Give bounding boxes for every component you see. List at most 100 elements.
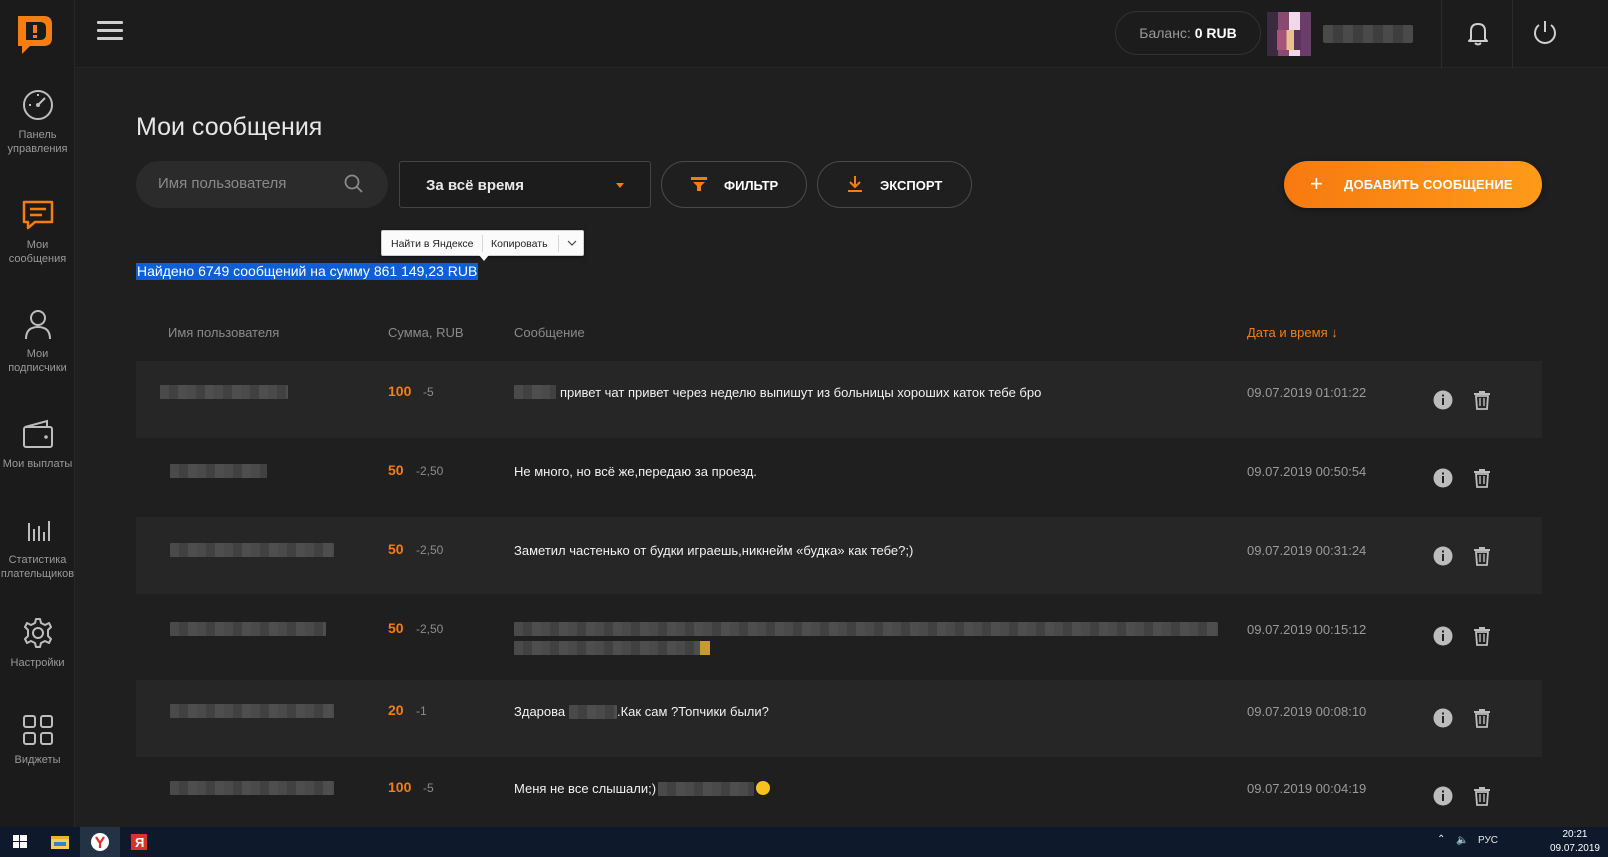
chevron-down-icon[interactable] xyxy=(566,237,578,249)
column-header-message[interactable]: Сообщение xyxy=(514,325,585,340)
yandex-icon[interactable]: Я xyxy=(120,827,160,857)
wallet-icon xyxy=(22,419,53,448)
yandex-browser-icon xyxy=(91,833,109,851)
period-value: За всё время xyxy=(426,177,524,194)
username-redacted xyxy=(170,543,334,557)
stats-icon xyxy=(27,521,50,541)
search-icon[interactable] xyxy=(344,174,364,194)
fee: -2,50 xyxy=(416,464,444,478)
page-title: Мои сообщения xyxy=(136,113,323,141)
username-redacted xyxy=(170,781,334,795)
period-select[interactable]: За всё время xyxy=(399,161,651,208)
language-indicator[interactable]: РУС xyxy=(1478,835,1498,846)
fee: -1 xyxy=(416,704,427,718)
table-row[interactable]: 100 -5 Меня не все слышали;) 09.07.2019 … xyxy=(136,757,1542,827)
sidebar-item-widgets[interactable]: Виджеты xyxy=(0,713,75,767)
sidebar-item-label: Виджеты xyxy=(14,754,61,766)
search-box[interactable] xyxy=(136,161,388,208)
datetime: 09.07.2019 00:04:19 xyxy=(1247,781,1367,796)
info-icon[interactable] xyxy=(1433,786,1453,806)
file-explorer-icon[interactable] xyxy=(40,827,80,857)
menu-icon[interactable] xyxy=(97,21,123,43)
trash-icon[interactable] xyxy=(1472,708,1492,728)
sidebar-item-label: Мои выплаты xyxy=(2,458,73,470)
sidebar-item-label: Статистика плательщиков xyxy=(0,554,75,580)
divider xyxy=(482,235,483,252)
chevron-up-icon[interactable]: ⌃ xyxy=(1437,834,1445,845)
fee: -2,50 xyxy=(416,622,444,636)
sidebar-item-subscribers[interactable]: Мои подписчики xyxy=(0,307,75,375)
table-row[interactable]: 20 -1 Здарова .Как сам ?Топчики были? 09… xyxy=(136,680,1542,757)
add-message-button[interactable]: + ДОБАВИТЬ СООБЩЕНИЕ xyxy=(1284,161,1542,208)
balance-value: 0 RUB xyxy=(1194,25,1237,41)
info-icon[interactable] xyxy=(1433,468,1453,488)
power-icon[interactable] xyxy=(1531,18,1559,46)
table-row[interactable]: 50 -2,50 Заметил частенько от будки игра… xyxy=(136,517,1542,594)
sidebar-item-dashboard[interactable]: Панель управления xyxy=(0,88,75,156)
sidebar-item-label: Настройки xyxy=(10,657,65,669)
amount: 50 xyxy=(388,620,404,636)
filter-button[interactable]: ФИЛЬТР xyxy=(661,161,807,208)
fee: -5 xyxy=(423,781,434,795)
messages-icon xyxy=(22,200,53,230)
message-redacted xyxy=(514,622,1218,636)
export-button[interactable]: ЭКСПОРТ xyxy=(817,161,972,208)
info-icon[interactable] xyxy=(1433,708,1453,728)
column-header-amount[interactable]: Сумма, RUB xyxy=(388,325,464,340)
widgets-icon xyxy=(22,715,53,745)
filter-icon xyxy=(691,177,707,191)
amount: 50 xyxy=(388,462,404,478)
add-message-label: ДОБАВИТЬ СООБЩЕНИЕ xyxy=(1344,177,1513,192)
trash-icon[interactable] xyxy=(1472,626,1492,646)
username-redacted xyxy=(170,622,326,636)
divider xyxy=(1441,0,1442,68)
message-text: Меня не все слышали;) xyxy=(514,781,657,796)
avatar[interactable] xyxy=(1267,12,1311,56)
donationalerts-logo[interactable] xyxy=(14,12,56,56)
windows-start-icon[interactable] xyxy=(0,827,40,857)
datetime: 09.07.2019 00:15:12 xyxy=(1247,622,1367,637)
dashboard-icon xyxy=(22,90,53,120)
amount: 20 xyxy=(388,702,404,718)
sidebar-item-messages[interactable]: Мои сообщения xyxy=(0,198,75,266)
sidebar-item-label: Мои подписчики xyxy=(8,348,67,374)
info-icon[interactable] xyxy=(1433,626,1453,646)
message-text: Заметил частенько от будки играешь,никне… xyxy=(514,543,914,558)
message-text: Не много, но всё же,передаю за проезд. xyxy=(514,464,757,479)
search-yandex-option[interactable]: Найти в Яндексе xyxy=(391,238,474,250)
table-row[interactable]: 50 -2,50 09.07.2019 00:15:12 xyxy=(136,594,1542,671)
system-clock[interactable]: 20:21 09.07.2019 xyxy=(1550,828,1600,856)
trash-icon[interactable] xyxy=(1472,390,1492,410)
clock-date: 09.07.2019 xyxy=(1549,843,1600,854)
trash-icon[interactable] xyxy=(1472,468,1492,488)
sunglasses-emoji-icon xyxy=(756,781,770,795)
divider xyxy=(1512,0,1513,68)
sidebar-item-stats[interactable]: Статистика плательщиков xyxy=(0,513,75,581)
yandex-browser-taskbar-item[interactable] xyxy=(80,827,120,857)
emoji-redacted xyxy=(700,641,710,655)
username-redacted[interactable] xyxy=(1323,25,1413,43)
table-row[interactable]: 100 -5 привет чат привет через неделю вы… xyxy=(136,361,1542,438)
svg-text:Я: Я xyxy=(135,835,144,850)
copy-option[interactable]: Копировать xyxy=(491,238,548,250)
export-label: ЭКСПОРТ xyxy=(880,178,943,193)
username-redacted xyxy=(160,385,288,399)
amount: 100 xyxy=(388,779,412,795)
trash-icon[interactable] xyxy=(1472,546,1492,566)
selection-context-menu: Найти в Яндексе Копировать xyxy=(381,230,584,261)
column-header-datetime[interactable]: Дата и время ↓ xyxy=(1247,325,1338,340)
sidebar-item-settings[interactable]: Настройки xyxy=(0,616,75,670)
table-row[interactable]: 50 -2,50 Не много, но всё же,передаю за … xyxy=(136,438,1542,515)
search-input[interactable] xyxy=(158,175,338,192)
column-header-user[interactable]: Имя пользователя xyxy=(168,325,279,340)
bell-icon[interactable] xyxy=(1465,20,1491,46)
sidebar-item-payouts[interactable]: Мои выплаты xyxy=(0,417,75,471)
sidebar: Панель управления Мои сообщения Мои подп… xyxy=(0,0,75,827)
message-text-end: .Как сам ?Топчики были? xyxy=(617,704,769,719)
info-icon[interactable] xyxy=(1433,546,1453,566)
info-icon[interactable] xyxy=(1433,390,1453,410)
volume-icon[interactable]: 🔈 xyxy=(1456,835,1468,846)
filter-label: ФИЛЬТР xyxy=(724,178,779,193)
trash-icon[interactable] xyxy=(1472,786,1492,806)
balance-pill[interactable]: Баланс: 0 RUB xyxy=(1115,11,1261,55)
